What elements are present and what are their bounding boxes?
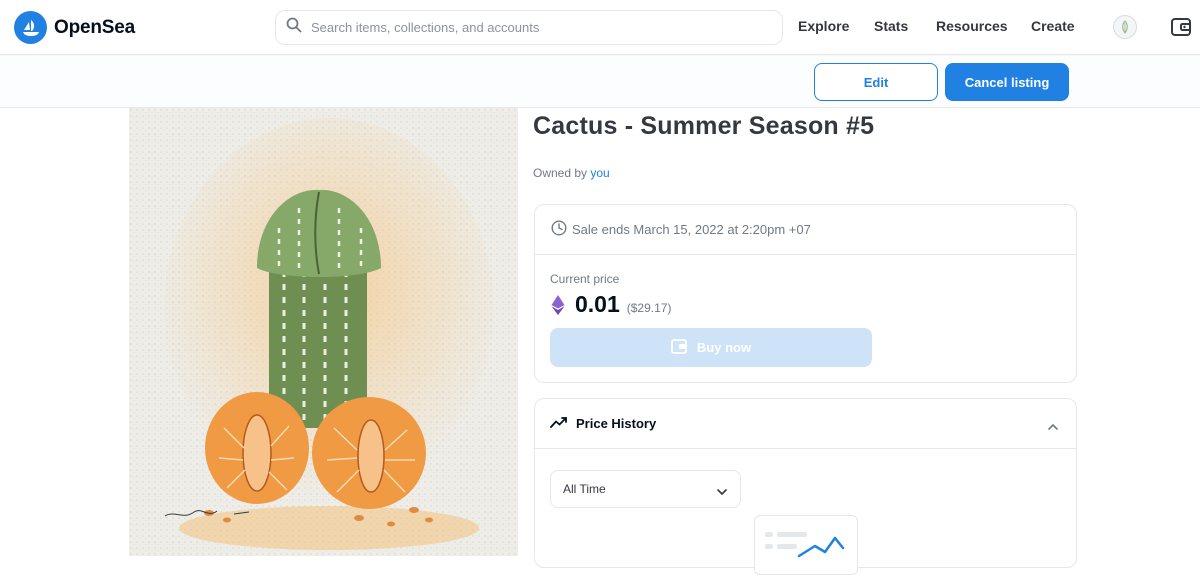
sale-end-row: Sale ends March 15, 2022 at 2:20pm +07 [535,205,1076,255]
price-value: 0.01 [575,291,620,317]
current-price-label: Current price [550,272,620,286]
time-range-value: All Time [563,482,606,496]
owned-by-label: Owned by [533,166,588,180]
search-icon [286,17,302,38]
empty-chart-illustration [754,515,858,575]
nav-stats[interactable]: Stats [874,18,908,34]
owner-line: Owned by you [533,166,610,180]
nav-create[interactable]: Create [1031,18,1075,34]
price-usd: ($29.17) [626,301,672,315]
opensea-logo-icon [14,11,47,44]
buy-now-label: Buy now [696,340,752,355]
owner-action-bar: Edit Cancel listing [0,56,1200,108]
nav-resources[interactable]: Resources [936,18,1008,34]
nft-artwork-image[interactable] [129,108,518,556]
nav-explore[interactable]: Explore [798,18,849,34]
owner-link[interactable]: you [590,166,609,180]
sale-card: Sale ends March 15, 2022 at 2:20pm +07 C… [534,204,1077,383]
brand-name: OpenSea [54,16,135,38]
price-history-panel: Price History All Time [534,398,1077,575]
clock-icon [551,220,567,239]
cancel-listing-button[interactable]: Cancel listing [945,63,1069,101]
wallet-icon [671,338,687,357]
opensea-logo[interactable]: OpenSea [14,11,135,44]
price-history-header[interactable]: Price History [535,399,1076,449]
chevron-up-icon[interactable] [1048,418,1058,433]
buy-now-button[interactable]: Buy now [550,328,872,367]
time-range-select[interactable]: All Time [550,470,741,508]
top-navigation: OpenSea Explore Stats Resources Create [0,0,1200,55]
search-bar[interactable] [275,10,783,45]
sale-end-text: Sale ends March 15, 2022 at 2:20pm +07 [572,222,811,237]
avatar[interactable] [1113,15,1137,39]
trending-up-icon [550,416,568,431]
edit-button[interactable]: Edit [814,63,938,101]
ethereum-icon [551,294,565,315]
price-row: 0.01 ($29.17) [551,291,671,318]
price-history-title: Price History [576,416,657,431]
item-title: Cactus - Summer Season #5 [533,112,875,140]
search-input[interactable] [311,20,751,35]
wallet-icon[interactable] [1170,16,1192,38]
chevron-down-icon [717,485,727,499]
